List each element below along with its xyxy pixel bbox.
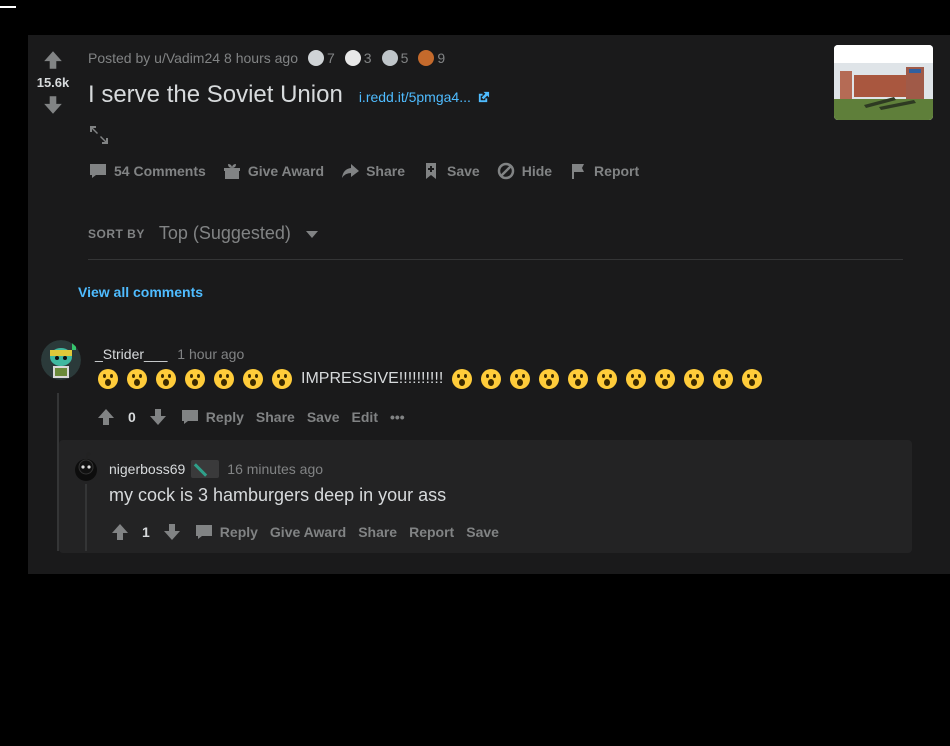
- caret-down-icon: [305, 230, 318, 238]
- award-bear[interactable]: 9: [418, 50, 445, 66]
- silver-award-icon: [308, 50, 324, 66]
- bookmark-icon: [426, 163, 436, 179]
- share-button[interactable]: Share: [256, 409, 295, 425]
- award-silver[interactable]: 7: [308, 50, 335, 66]
- wholesome-award-icon: [381, 50, 398, 66]
- comment-icon: [181, 410, 198, 424]
- post-card: 15.6k Posted by u/Vadim24 8 hours ago 7 …: [28, 35, 950, 574]
- astonished-emoji-icon: [684, 369, 705, 389]
- comment-sort[interactable]: SORT BY Top (Suggested): [88, 223, 319, 244]
- flag-icon: [572, 164, 585, 179]
- astonished-emoji-icon: [655, 369, 676, 389]
- comment-body: IMPRESSIVE!!!!!!!!!!: [98, 369, 763, 389]
- share-button[interactable]: Share: [340, 161, 405, 181]
- astonished-emoji-icon: [452, 369, 473, 389]
- snoo-avatar-icon: [41, 340, 81, 380]
- divider: [88, 259, 903, 260]
- post-vote-column: 15.6k: [28, 49, 78, 116]
- post-title[interactable]: I serve the Soviet Union: [88, 81, 343, 109]
- astonished-emoji-icon: [742, 369, 763, 389]
- astonished-emoji-icon: [539, 369, 560, 389]
- award-wholesome[interactable]: 5: [381, 50, 408, 66]
- post-link[interactable]: i.redd.it/5pmga4...: [359, 89, 490, 105]
- save-button[interactable]: Save: [466, 524, 499, 540]
- comment-action-bar: 1 Reply Give Award Share Report Save: [110, 522, 499, 542]
- thumbnail-image: [834, 45, 933, 120]
- give-award-button[interactable]: Give Award: [222, 161, 324, 181]
- post-score: 15.6k: [36, 75, 70, 90]
- comment-score: 0: [128, 409, 136, 425]
- posted-by[interactable]: Posted by u/Vadim24: [88, 50, 220, 66]
- comment-author-line: nigerboss69 16 minutes ago: [109, 460, 323, 478]
- comment-time[interactable]: 16 minutes ago: [227, 461, 323, 477]
- astonished-emoji-icon: [481, 369, 502, 389]
- award-helpful[interactable]: 3: [344, 50, 372, 66]
- user-flair: [191, 460, 220, 478]
- astonished-emoji-icon: [626, 369, 647, 389]
- post-thumbnail[interactable]: [834, 45, 933, 120]
- astonished-emoji-icon: [185, 369, 205, 389]
- share-icon: [342, 164, 360, 178]
- post-meta: Posted by u/Vadim24 8 hours ago 7 3 5 9: [88, 50, 445, 66]
- report-button[interactable]: Report: [568, 161, 639, 181]
- post-link-text: i.redd.it/5pmga4...: [358, 89, 471, 105]
- avatar[interactable]: [73, 452, 99, 482]
- comment-time[interactable]: 1 hour ago: [177, 346, 244, 362]
- bear-award-icon: [418, 50, 435, 66]
- window-edge-mark: [0, 6, 16, 8]
- helpful-award-icon: [344, 50, 361, 66]
- comment-action-bar: 0 Reply Share Save Edit •••: [96, 407, 405, 427]
- upvote-icon[interactable]: [42, 49, 64, 71]
- astonished-emoji-icon: [510, 369, 531, 389]
- astonished-emoji-icon: [272, 369, 292, 389]
- gift-icon: [223, 164, 240, 179]
- comment-author[interactable]: _Strider___: [95, 346, 167, 362]
- comment-icon: [90, 164, 106, 178]
- post-time[interactable]: 8 hours ago: [224, 50, 298, 66]
- give-award-button[interactable]: Give Award: [270, 524, 346, 540]
- post-action-bar: 54 Comments Give Award Share Save Hide R…: [88, 161, 639, 181]
- expand-icon[interactable]: [88, 124, 110, 146]
- comment-text: IMPRESSIVE!!!!!!!!!!: [301, 370, 444, 387]
- astonished-emoji-icon: [127, 369, 147, 389]
- external-link-icon: [478, 91, 489, 102]
- reply-button[interactable]: Reply: [180, 407, 244, 427]
- more-options-button[interactable]: •••: [390, 409, 405, 425]
- save-button[interactable]: Save: [421, 161, 480, 181]
- upvote-icon[interactable]: [110, 522, 130, 542]
- astonished-emoji-icon: [713, 369, 734, 389]
- edit-button[interactable]: Edit: [352, 409, 378, 425]
- save-button[interactable]: Save: [307, 409, 340, 425]
- astonished-emoji-icon: [98, 369, 118, 389]
- hide-button[interactable]: Hide: [496, 161, 552, 181]
- upvote-icon[interactable]: [96, 407, 116, 427]
- downvote-icon[interactable]: [42, 94, 64, 116]
- thread-line[interactable]: [85, 484, 87, 551]
- comment-icon: [195, 525, 212, 539]
- comment-author[interactable]: nigerboss69: [109, 461, 185, 477]
- astonished-emoji-icon: [156, 369, 176, 389]
- hide-icon: [497, 162, 514, 180]
- avatar[interactable]: [41, 340, 81, 380]
- share-button[interactable]: Share: [358, 524, 397, 540]
- sort-value: Top (Suggested): [158, 223, 291, 243]
- astonished-emoji-icon: [214, 369, 234, 389]
- post-title-row: I serve the Soviet Union i.redd.it/5pmga…: [88, 81, 490, 109]
- astonished-emoji-icon: [243, 369, 263, 389]
- downvote-icon[interactable]: [148, 407, 168, 427]
- comment-score: 1: [142, 524, 150, 540]
- comment-text: my cock is 3 hamburgers deep in your ass: [109, 485, 447, 505]
- downvote-icon[interactable]: [162, 522, 182, 542]
- comments-button[interactable]: 54 Comments: [88, 161, 206, 181]
- reply-comment: nigerboss69 16 minutes ago my cock is 3 …: [59, 440, 912, 553]
- sort-label: SORT BY: [88, 226, 145, 241]
- report-button[interactable]: Report: [409, 524, 454, 540]
- astonished-emoji-icon: [568, 369, 589, 389]
- astonished-emoji-icon: [597, 369, 618, 389]
- view-all-comments-link[interactable]: View all comments: [78, 284, 203, 300]
- comment-author-line: _Strider___ 1 hour ago: [95, 346, 244, 362]
- reply-button[interactable]: Reply: [194, 522, 258, 542]
